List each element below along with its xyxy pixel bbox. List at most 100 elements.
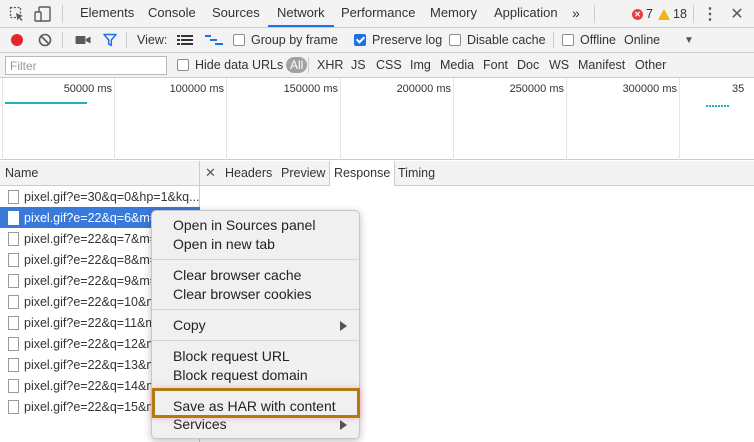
filter-type-all[interactable]: All — [286, 57, 308, 73]
tab-performance[interactable]: Performance — [341, 0, 415, 27]
menu-separator — [152, 390, 359, 391]
error-icon: ✕ — [632, 8, 643, 20]
device-toolbar-icon[interactable] — [34, 5, 52, 23]
checkbox[interactable] — [449, 34, 461, 46]
tab-timing[interactable]: Timing — [398, 161, 435, 185]
filter-type-doc[interactable]: Doc — [517, 53, 539, 77]
timeline-tick-label: 50000 ms — [63, 83, 112, 95]
inspect-element-icon[interactable] — [9, 5, 25, 23]
screenshot-camera-icon[interactable] — [75, 28, 91, 52]
divider — [553, 32, 554, 48]
divider — [62, 32, 63, 48]
disable-cache-checkbox[interactable]: Disable cache — [449, 28, 546, 52]
hide-data-urls-checkbox[interactable]: Hide data URLs — [177, 53, 283, 77]
filter-type-js[interactable]: JS — [351, 53, 366, 77]
error-count-badge[interactable]: ✕ 7 — [632, 5, 653, 23]
warning-count-badge[interactable]: 18 — [658, 5, 687, 23]
menu-item-copy[interactable]: Copy — [152, 316, 359, 335]
timeline-tick-label: 150000 ms — [283, 83, 338, 95]
more-tabs-button[interactable]: » — [572, 0, 580, 27]
close-devtools-icon[interactable]: ✕ — [730, 5, 744, 23]
group-by-frame-checkbox[interactable]: Group by frame — [233, 28, 338, 52]
menu-item-open-in-new-tab[interactable]: Open in new tab — [152, 235, 359, 254]
menu-separator — [152, 340, 359, 341]
tab-headers[interactable]: Headers — [225, 161, 272, 185]
menu-item-services[interactable]: Services — [152, 415, 359, 434]
timeline-tick-label: 250000 ms — [509, 83, 564, 95]
checkbox-checked[interactable] — [354, 34, 366, 46]
divider — [594, 5, 595, 23]
tab-network[interactable]: Network — [268, 0, 334, 27]
tab-preview[interactable]: Preview — [281, 161, 325, 185]
filter-type-ws[interactable]: WS — [549, 53, 569, 77]
filter-funnel-icon[interactable] — [103, 28, 117, 52]
close-detail-icon[interactable]: ✕ — [205, 161, 216, 185]
submenu-arrow-icon — [340, 321, 347, 331]
large-rows-icon[interactable] — [177, 28, 193, 52]
divider — [126, 32, 127, 48]
grid-line — [226, 78, 227, 160]
request-name: pixel.gif?e=22&q=13&m — [24, 357, 157, 372]
request-detail-tabs: ✕ Headers Preview Response Timing — [200, 161, 754, 186]
clear-icon[interactable] — [38, 28, 52, 52]
filter-type-xhr[interactable]: XHR — [317, 53, 343, 77]
timeline-tick-label: 300000 ms — [622, 83, 677, 95]
menu-item-clear-cookies[interactable]: Clear browser cookies — [152, 285, 359, 304]
checkbox[interactable] — [562, 34, 574, 46]
tab-response[interactable]: Response — [329, 161, 396, 186]
request-row[interactable]: pixel.gif?e=30&q=0&hp=1&kq... — [0, 186, 200, 207]
warning-count: 18 — [673, 7, 687, 21]
grid-line — [340, 78, 341, 160]
menu-item-block-request-domain[interactable]: Block request domain — [152, 366, 359, 385]
request-name: pixel.gif?e=22&q=11&m — [24, 315, 156, 330]
filter-type-other[interactable]: Other — [635, 53, 666, 77]
tab-application[interactable]: Application — [494, 0, 558, 27]
file-icon — [8, 315, 19, 330]
context-menu: Open in Sources panel Open in new tab Cl… — [151, 210, 360, 439]
checkbox[interactable] — [177, 59, 189, 71]
checkbox[interactable] — [233, 34, 245, 46]
filter-type-font[interactable]: Font — [483, 53, 508, 77]
disable-cache-label: Disable cache — [467, 33, 546, 47]
menu-item-block-request-url[interactable]: Block request URL — [152, 347, 359, 366]
throttling-select[interactable]: Online — [624, 28, 660, 52]
customize-menu-icon[interactable]: ⋮ — [702, 5, 718, 23]
network-toolbar: View: Group by frame Preserve log Disabl… — [0, 28, 754, 53]
throttling-value: Online — [624, 33, 661, 47]
file-icon — [8, 252, 19, 267]
filter-type-media[interactable]: Media — [440, 53, 474, 77]
menu-item-open-in-sources[interactable]: Open in Sources panel — [152, 216, 359, 235]
divider — [693, 5, 694, 23]
throttling-dropdown-icon[interactable]: ▼ — [684, 28, 694, 52]
hide-data-urls-label: Hide data URLs — [195, 58, 284, 72]
filter-type-img[interactable]: Img — [410, 53, 431, 77]
filter-type-manifest[interactable]: Manifest — [578, 53, 625, 77]
offline-checkbox[interactable]: Offline — [562, 28, 616, 52]
menu-item-clear-cache[interactable]: Clear browser cache — [152, 266, 359, 285]
file-icon — [8, 189, 19, 204]
tab-console[interactable]: Console — [148, 0, 196, 27]
filter-bar: Hide data URLs All XHR JS CSS Img Media … — [0, 53, 754, 78]
filter-type-css[interactable]: CSS — [376, 53, 402, 77]
devtools-tab-bar: Elements Console Sources Network Perform… — [0, 0, 754, 28]
timeline-tick-label: 35 — [732, 83, 745, 95]
tab-elements[interactable]: Elements — [80, 0, 134, 27]
tab-memory[interactable]: Memory — [430, 0, 477, 27]
name-column-header[interactable]: Name — [5, 166, 38, 180]
file-icon — [8, 357, 19, 372]
grid-line — [2, 78, 3, 160]
timeline-tick-label: 100000 ms — [169, 83, 224, 95]
tab-sources[interactable]: Sources — [212, 0, 260, 27]
file-icon — [8, 294, 19, 309]
request-name: pixel.gif?e=22&q=14&m — [24, 378, 157, 393]
waterfall-overview-icon[interactable] — [205, 28, 223, 52]
record-icon[interactable] — [10, 28, 24, 52]
preserve-log-checkbox[interactable]: Preserve log — [354, 28, 442, 52]
network-overview-timeline[interactable]: 50000 ms 100000 ms 150000 ms 200000 ms 2… — [0, 78, 754, 160]
menu-item-save-har-with-content[interactable]: Save as HAR with content — [152, 397, 359, 416]
filter-input[interactable] — [5, 56, 167, 75]
grid-line — [453, 78, 454, 160]
timeline-tick-label: 200000 ms — [396, 83, 451, 95]
request-name: pixel.gif?e=22&q=12&m — [24, 336, 157, 351]
menu-item-services-label: Services — [173, 416, 227, 432]
